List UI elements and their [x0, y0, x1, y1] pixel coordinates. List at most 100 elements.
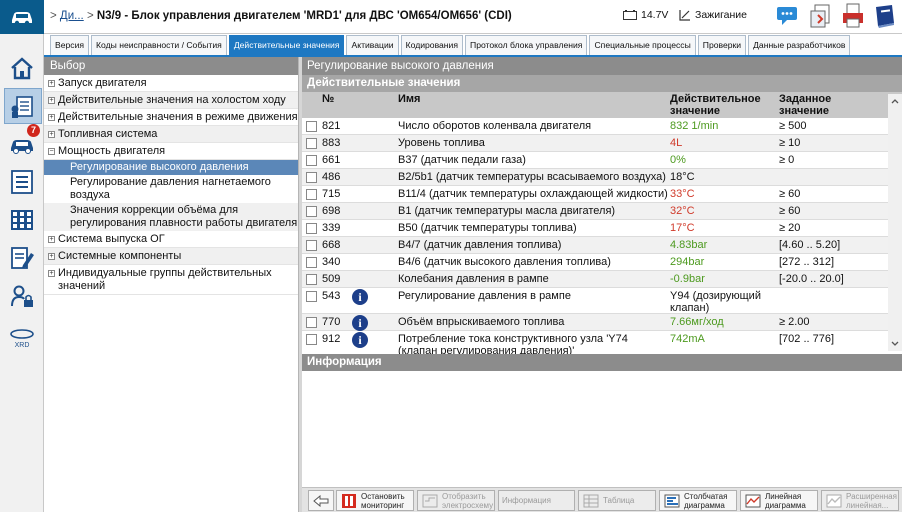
panel-subtitle: Действительные значения: [302, 75, 902, 92]
tab-version[interactable]: Версия: [50, 35, 90, 55]
table-view-button[interactable]: Таблица: [578, 490, 656, 511]
nav-security[interactable]: [6, 280, 38, 312]
column-header-number[interactable]: №: [322, 93, 334, 105]
table-row[interactable]: 340 B4/6 (датчик высокого давления топлив…: [302, 254, 902, 271]
table-row[interactable]: 339 B50 (датчик температуры топлива) 17°C ≥…: [302, 220, 902, 237]
table-row[interactable]: 821 Число оборотов коленвала двигателя 832…: [302, 118, 902, 135]
row-checkbox[interactable]: [306, 240, 317, 251]
tree-node-exhaust-system[interactable]: + Система выпуска ОГ: [44, 231, 298, 248]
row-checkbox[interactable]: [306, 189, 317, 200]
row-name: Колебания давления в рампе: [398, 273, 549, 285]
battery-icon: [623, 10, 637, 20]
row-checkbox[interactable]: [306, 138, 317, 149]
print-icon[interactable]: [840, 2, 866, 30]
expand-toggle[interactable]: +: [48, 236, 55, 243]
row-actual-value: 17°C: [670, 222, 695, 234]
row-checkbox[interactable]: [306, 257, 317, 268]
tab-special-procedures[interactable]: Специальные процессы: [589, 35, 696, 55]
extended-line-chart-button[interactable]: Расширенная линейная...: [821, 490, 899, 511]
expand-toggle[interactable]: +: [48, 80, 55, 87]
app-logo[interactable]: [0, 0, 44, 34]
nav-home[interactable]: [6, 52, 38, 84]
information-button[interactable]: Информация: [498, 490, 575, 511]
column-header-target[interactable]: Заданное значение: [779, 93, 859, 117]
row-checkbox[interactable]: [306, 155, 317, 166]
expand-toggle[interactable]: +: [48, 131, 55, 138]
expand-toggle[interactable]: +: [48, 97, 55, 104]
bar-chart-button[interactable]: Столбчатая диаграмма: [659, 490, 737, 511]
tab-control-unit-log[interactable]: Протокол блока управления: [465, 35, 588, 55]
tree-node-system-components[interactable]: + Системные компоненты: [44, 248, 298, 265]
back-button[interactable]: [308, 490, 334, 511]
collapse-toggle[interactable]: −: [48, 148, 55, 155]
table-icon: [582, 493, 600, 509]
tab-checks[interactable]: Проверки: [697, 35, 747, 55]
table-row[interactable]: 698 B1 (датчик температуры масла двигател…: [302, 203, 902, 220]
tab-actual-values[interactable]: Действительные значения: [228, 35, 345, 55]
tree-node-engine-power[interactable]: − Мощность двигателя: [44, 143, 298, 160]
tree-node-idle-values[interactable]: + Действительные значения на холостом ход…: [44, 92, 298, 109]
nav-modules[interactable]: [6, 204, 38, 236]
table-row[interactable]: 715 B11/4 (датчик температуры охлаждающей…: [302, 186, 902, 203]
tree-node-engine-start[interactable]: + Запуск двигателя: [44, 75, 298, 92]
row-checkbox[interactable]: [306, 274, 317, 285]
tab-codings[interactable]: Кодирования: [400, 35, 464, 55]
expand-toggle[interactable]: +: [48, 270, 55, 277]
row-target-value: ≥ 20: [779, 222, 801, 234]
tree-node-custom-groups[interactable]: + Индивидуальные группы действительных зн…: [44, 265, 298, 295]
info-icon[interactable]: i: [352, 315, 368, 331]
row-checkbox[interactable]: [306, 291, 317, 302]
table-row[interactable]: 486 B2/5b1 (датчик температуры всасываемо…: [302, 169, 902, 186]
tab-developer-data[interactable]: Данные разработчиков: [748, 35, 851, 55]
show-wiring-diagram-label: Отобразить электросхему: [442, 491, 494, 510]
nav-xrd[interactable]: XRD: [6, 321, 38, 353]
values-table: 821 Число оборотов коленвала двигателя 832…: [302, 118, 902, 357]
row-checkbox[interactable]: [306, 223, 317, 234]
table-row[interactable]: 770 i Объём впрыскиваемого топлива 7.66мг/х…: [302, 314, 902, 331]
row-number: 486: [322, 171, 341, 183]
row-checkbox[interactable]: [306, 172, 317, 183]
info-icon[interactable]: i: [352, 332, 368, 348]
tree-node-driving-values[interactable]: + Действительные значения в режиме движен…: [44, 109, 298, 126]
expand-toggle[interactable]: +: [48, 253, 55, 260]
line-chart-button[interactable]: Линейная диаграмма: [740, 490, 818, 511]
table-row[interactable]: 543 i Регулирование давления в рампе Y94 (д…: [302, 288, 902, 314]
nav-diagnostics[interactable]: [4, 88, 42, 124]
row-target-value: [-20.0 .. 20.0]: [779, 273, 844, 285]
table-scrollbar[interactable]: [888, 94, 902, 351]
table-row[interactable]: 661 B37 (датчик педали газа) 0% ≥ 0: [302, 152, 902, 169]
column-header-name[interactable]: Имя: [398, 93, 420, 105]
column-header-actual[interactable]: Действительное значение: [670, 93, 774, 117]
info-icon[interactable]: i: [352, 289, 368, 305]
show-wiring-diagram-button[interactable]: Отобразить электросхему: [417, 490, 495, 511]
nav-list[interactable]: [6, 166, 38, 198]
table-row[interactable]: 883 Уровень топлива 4L ≥ 10: [302, 135, 902, 152]
tree-item-volume-correction[interactable]: Значения коррекции объёма для регулирова…: [44, 203, 298, 231]
extended-line-chart-icon: [825, 493, 843, 509]
nav-vehicle[interactable]: 7: [6, 124, 40, 160]
tab-activations[interactable]: Активации: [346, 35, 399, 55]
stop-monitoring-button[interactable]: Остановить мониторинг: [336, 490, 414, 511]
tree-node-label: Мощность двигателя: [58, 145, 166, 157]
voltage-value: 14.7V: [641, 9, 669, 21]
tree-item-boost-pressure-control[interactable]: Регулирование давления нагнетаемого возд…: [44, 175, 298, 203]
document-export-icon[interactable]: [808, 2, 834, 30]
breadcrumb-link[interactable]: Ди...: [60, 10, 84, 22]
row-checkbox[interactable]: [306, 317, 317, 328]
chat-icon[interactable]: [776, 2, 802, 30]
row-checkbox[interactable]: [306, 334, 317, 345]
tree-node-fuel-system[interactable]: + Топливная система: [44, 126, 298, 143]
manual-book-icon[interactable]: [872, 2, 898, 30]
table-row[interactable]: 509 Колебания давления в рампе -0.9bar [-20…: [302, 271, 902, 288]
table-row[interactable]: 668 B4/7 (датчик давления топлива) 4.83bar…: [302, 237, 902, 254]
row-actual-value: -0.9bar: [670, 273, 705, 285]
tab-fault-codes[interactable]: Коды неисправности / События: [91, 35, 227, 55]
nav-edit[interactable]: [6, 242, 38, 274]
tree-item-high-pressure-control[interactable]: Регулирование высокого давления: [44, 160, 298, 175]
row-checkbox[interactable]: [306, 206, 317, 217]
row-number: 339: [322, 222, 341, 234]
expand-toggle[interactable]: +: [48, 114, 55, 121]
document-edit-icon: [11, 247, 34, 269]
row-checkbox[interactable]: [306, 121, 317, 132]
row-actual-value: 742mA: [670, 333, 705, 345]
